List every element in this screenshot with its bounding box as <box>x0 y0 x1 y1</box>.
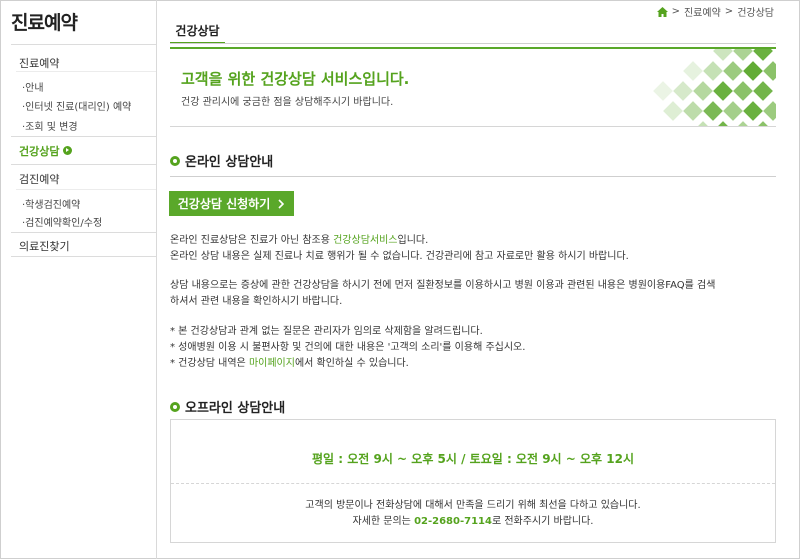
breadcrumb-item: 건강상담 <box>737 8 774 19</box>
bullet-circle-icon <box>170 155 180 166</box>
phone-number[interactable]: 02-2680-7114 <box>414 516 492 527</box>
sidebar-divider <box>11 44 156 45</box>
online-section-title: 온라인 상담안내 <box>170 151 273 170</box>
sidebar-item-find-doctor[interactable]: 의료진찾기 <box>19 238 70 254</box>
business-hours: 평일 : 오전 9시 ~ 오후 5시 / 토요일 : 오전 9시 ~ 오후 12… <box>311 452 634 466</box>
banner-title: 고객을 위한 건강상담 서비스입니다. <box>181 70 410 88</box>
sidebar: 진료예약 진료예약 ·안내 ·인터넷 진료(대리인) 예약 ·조회 및 변경 건… <box>0 0 157 559</box>
text: * 건강상담 내역은 <box>170 358 249 369</box>
note-item: * 본 건강상담과 관계 없는 질문은 관리자가 임의로 삭제함을 알려드립니다… <box>170 326 483 337</box>
home-icon[interactable] <box>656 6 668 17</box>
sidebar-divider <box>11 232 156 233</box>
breadcrumb: > 진료예약 > 건강상담 <box>656 4 774 19</box>
tab-health-consult[interactable]: 건강상담 <box>170 20 225 44</box>
online-section-label: 온라인 상담안내 <box>185 155 274 170</box>
sidebar-subitem-checkup-confirm[interactable]: ·검진예약확인/수정 <box>22 214 102 229</box>
note-item: * 성애병원 이용 시 불편사항 및 건의에 대한 내용은 '고객의 소리'를 … <box>170 342 526 353</box>
tab-underline <box>170 43 776 44</box>
text: 온라인 상담 내용은 실제 진료나 치료 행위가 될 수 없습니다. 건강관리에… <box>170 251 629 262</box>
breadcrumb-item[interactable]: 진료예약 <box>684 4 721 19</box>
section-divider <box>170 176 776 177</box>
sidebar-item-appointment[interactable]: 진료예약 <box>19 55 59 71</box>
sidebar-divider <box>11 136 156 137</box>
text: 에서 확인하실 수 있습니다. <box>294 358 409 369</box>
offline-section-label: 오프라인 상담안내 <box>185 401 286 416</box>
sidebar-subitem-student-checkup[interactable]: ·학생검진예약 <box>22 196 80 211</box>
text: 상담 내용으로는 증상에 관한 건강상담을 하시기 전에 먼저 질환정보를 이용… <box>170 280 716 291</box>
sidebar-subitem-lookup[interactable]: ·조회 및 변경 <box>22 118 78 133</box>
text: 자세한 문의는 <box>352 516 415 527</box>
breadcrumb-separator: > <box>724 6 734 17</box>
text: 하셔서 관련 내용을 확인하시기 바랍니다. <box>170 296 343 307</box>
mypage-link[interactable]: 마이페이지 <box>249 358 295 369</box>
sidebar-item-label: 건강상담 <box>19 145 60 158</box>
offline-message: 고객의 방문이나 전화상담에 대해서 만족을 드리기 위해 최선을 다하고 있습… <box>171 498 775 530</box>
banner-subtitle: 건강 관리시에 궁금한 점을 상담해주시기 바랍니다. <box>181 97 394 108</box>
arrow-circle-icon <box>63 146 73 155</box>
text: 온라인 진료상담은 진료가 아닌 참조용 <box>170 235 334 246</box>
sidebar-subitem-guide[interactable]: ·안내 <box>22 79 44 94</box>
sidebar-divider <box>11 256 156 257</box>
sidebar-item-checkup[interactable]: 검진예약 <box>19 171 59 187</box>
sidebar-divider <box>11 164 156 165</box>
bullet-circle-icon <box>170 401 180 412</box>
apply-consult-label: 건강상담 신청하기 <box>177 197 271 211</box>
offline-section-title: 오프라인 상담안내 <box>170 397 285 416</box>
dashed-divider <box>171 483 775 484</box>
online-intro-paragraph: 온라인 진료상담은 진료가 아닌 참조용 건강상담서비스입니다. 온라인 상담 … <box>170 233 776 265</box>
sidebar-item-health-consult[interactable]: 건강상담 <box>19 143 73 159</box>
sidebar-subitem-internet-booking[interactable]: ·인터넷 진료(대리인) 예약 <box>22 98 131 113</box>
offline-info-box: 평일 : 오전 9시 ~ 오후 5시 / 토요일 : 오전 9시 ~ 오후 12… <box>170 419 776 543</box>
text: 입니다. <box>397 235 429 246</box>
health-service-link[interactable]: 건강상담서비스 <box>333 235 397 246</box>
online-guide-paragraph: 상담 내용으로는 증상에 관한 건강상담을 하시기 전에 먼저 질환정보를 이용… <box>170 278 776 310</box>
intro-banner: 고객을 위한 건강상담 서비스입니다. 건강 관리시에 궁금한 점을 상담해주시… <box>170 47 776 127</box>
sidebar-divider <box>16 71 156 72</box>
breadcrumb-separator: > <box>671 6 680 17</box>
text: 고객의 방문이나 전화상담에 대해서 만족을 드리기 위해 최선을 다하고 있습… <box>305 500 641 511</box>
diamond-pattern-graphic <box>653 49 776 126</box>
online-notes: * 본 건강상담과 관계 없는 질문은 관리자가 임의로 삭제함을 알려드립니다… <box>170 324 776 372</box>
apply-consult-button[interactable]: 건강상담 신청하기 <box>169 191 294 216</box>
sidebar-divider <box>16 189 156 190</box>
sidebar-title: 진료예약 <box>11 12 78 34</box>
text: 로 전화주시기 바랍니다. <box>491 516 594 527</box>
chevron-right-icon <box>278 198 285 209</box>
